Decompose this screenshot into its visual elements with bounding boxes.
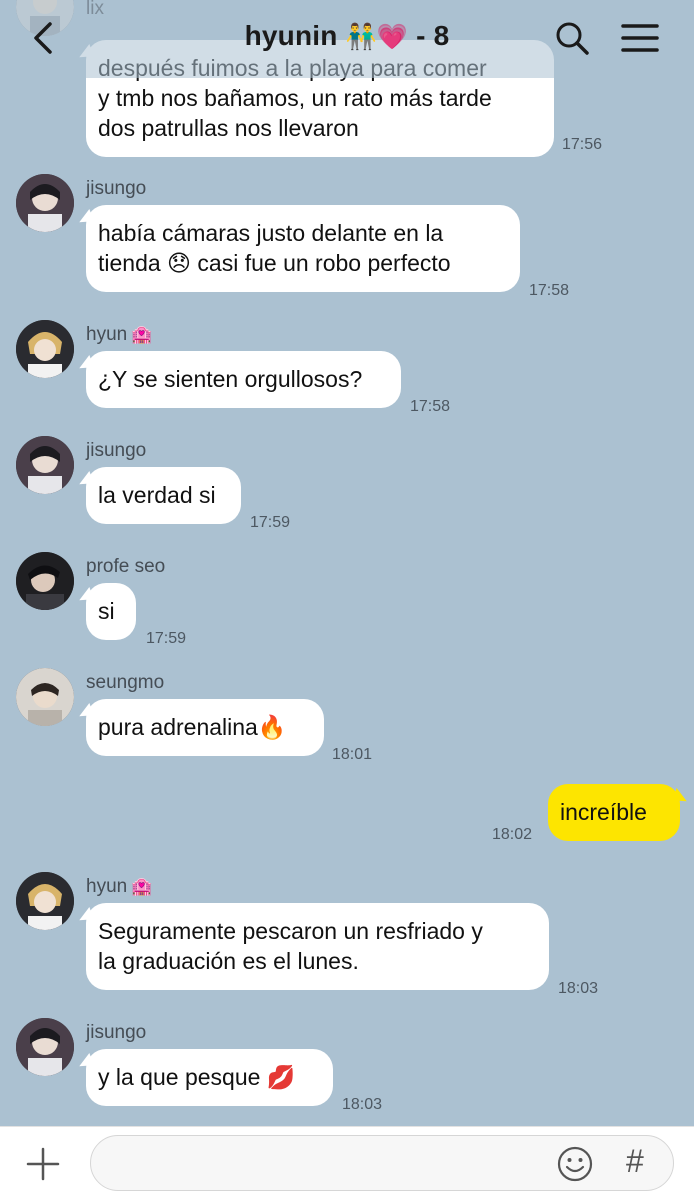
- member-count: - 8: [416, 20, 450, 51]
- message-line: y tmb nos bañamos, un rato más tarde: [98, 85, 492, 111]
- message-bubble[interactable]: Seguramente pescaron un resfriado y la g…: [86, 903, 549, 990]
- attach-button[interactable]: [24, 1145, 62, 1183]
- avatar[interactable]: [16, 872, 74, 930]
- emoji-icon: [557, 1146, 593, 1182]
- message-bubble[interactable]: había cámaras justo delante en la tienda…: [86, 205, 520, 292]
- message-line: dos patrullas nos llevaron: [98, 115, 359, 141]
- avatar[interactable]: [16, 320, 74, 378]
- message-line: increíble: [560, 799, 647, 825]
- message-time: 17:59: [250, 514, 291, 531]
- sender-name-text: hyun: [86, 324, 128, 345]
- sender-name: hyun 🏩: [86, 876, 152, 898]
- message-bubble[interactable]: y la que pesque 💋: [86, 1049, 333, 1106]
- message-time: 17:59: [146, 630, 187, 647]
- hamburger-menu-icon: [621, 24, 659, 52]
- message-bubble[interactable]: ¿Y se sienten orgullosos?: [86, 351, 401, 408]
- sender-name: hyun 🏩: [86, 324, 152, 346]
- avatar[interactable]: [16, 174, 74, 232]
- avatar[interactable]: [16, 668, 74, 726]
- message-line: tienda 😞 casi fue un robo perfecto: [98, 250, 451, 276]
- chat-header: hyunin 👬💗 - 8: [0, 0, 694, 78]
- message-composer: #: [0, 1126, 694, 1200]
- message-time: 17:56: [562, 136, 603, 153]
- emoji-button[interactable]: [556, 1145, 594, 1183]
- avatar[interactable]: [16, 552, 74, 610]
- message-time: 18:03: [342, 1096, 383, 1113]
- message-line: pura adrenalina🔥: [98, 714, 287, 740]
- hotel-emoji-icon: 🏩: [131, 325, 153, 344]
- message-line: había cámaras justo delante en la: [98, 220, 444, 246]
- message-time: 17:58: [410, 398, 451, 415]
- plus-icon: [26, 1147, 60, 1181]
- hotel-emoji-icon: 🏩: [131, 877, 153, 896]
- message-time: 18:02: [492, 826, 533, 843]
- search-icon: [556, 22, 589, 55]
- search-button[interactable]: [554, 20, 590, 56]
- avatar[interactable]: [16, 1018, 74, 1076]
- sender-name: jisungo: [86, 440, 147, 461]
- hashtag-button[interactable]: #: [626, 1143, 644, 1180]
- my-message-bubble[interactable]: increíble: [548, 784, 680, 841]
- sender-name: seungmo: [86, 672, 165, 693]
- avatar[interactable]: [16, 436, 74, 494]
- message-time: 18:03: [558, 980, 599, 997]
- sender-name: profe seo: [86, 556, 166, 577]
- menu-button[interactable]: [620, 22, 660, 56]
- message-line: la graduación es el lunes.: [98, 948, 359, 974]
- message-bubble[interactable]: pura adrenalina🔥: [86, 699, 324, 756]
- sender-name: jisungo: [86, 178, 147, 199]
- message-bubble[interactable]: la verdad si: [86, 467, 241, 524]
- chat-title-text: hyunin: [244, 20, 338, 51]
- message-line: la verdad si: [98, 482, 216, 508]
- message-line: si: [98, 598, 115, 624]
- message-line: y la que pesque 💋: [98, 1064, 296, 1090]
- message-bubble[interactable]: si: [86, 583, 136, 640]
- sender-name-text: hyun: [86, 876, 128, 897]
- message-time: 17:58: [529, 282, 570, 299]
- message-line: ¿Y se sienten orgullosos?: [98, 366, 363, 392]
- message-time: 18:01: [332, 746, 373, 763]
- message-line: Seguramente pescaron un resfriado y: [98, 918, 483, 944]
- sender-name: jisungo: [86, 1022, 147, 1043]
- title-emoji: 👬💗: [345, 23, 409, 51]
- chat-message-list[interactable]: lix después fuimos a la playa para comer…: [0, 0, 694, 1126]
